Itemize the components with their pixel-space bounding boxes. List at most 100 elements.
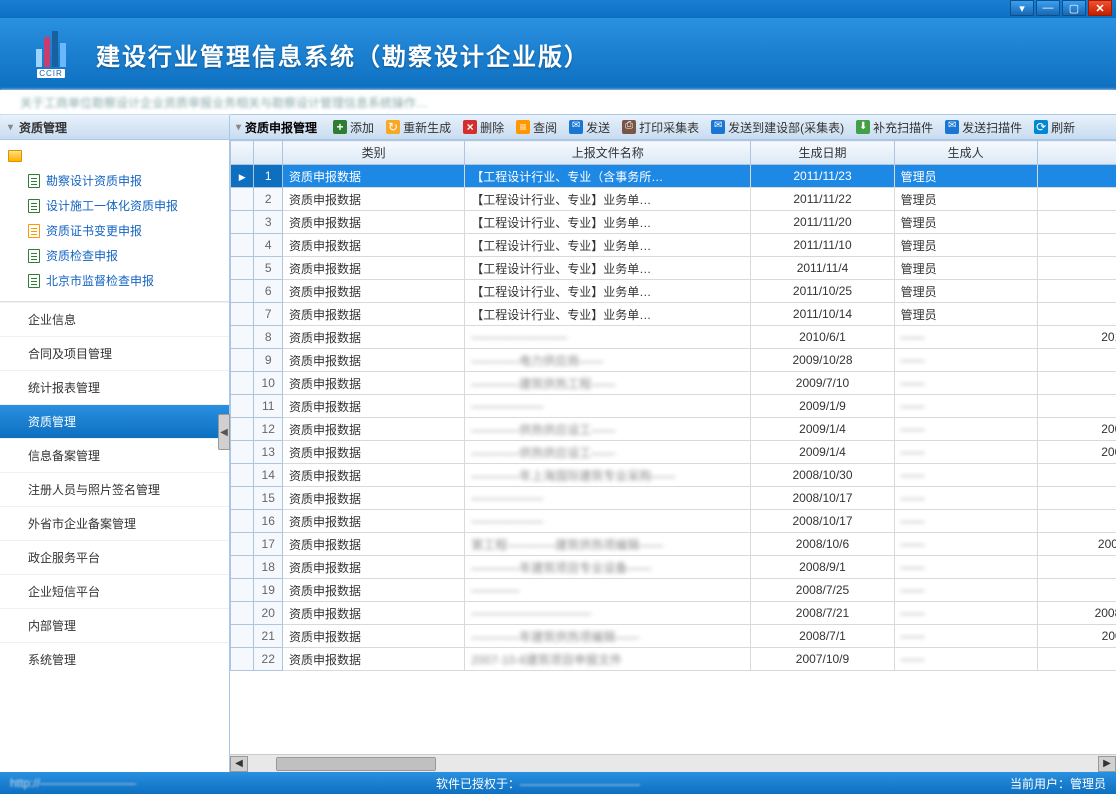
table-cell (231, 372, 254, 395)
delete-button[interactable]: 删除 (461, 117, 506, 138)
plugin-button[interactable]: 补充扫描件 (854, 117, 935, 138)
table-row[interactable]: 17资质申报数据第工程————建筑供热项编辑——2008/10/6——2008/… (231, 533, 1116, 556)
regenerate-button[interactable]: 重新生成 (384, 117, 453, 138)
table-cell (231, 441, 254, 464)
tree-item-label[interactable]: 设计施工一体化资质申报 (46, 197, 178, 214)
scroll-thumb[interactable] (276, 757, 436, 771)
table-row[interactable]: 20资质申报数据——————————2008/7/21——2008/10/16 … (231, 602, 1116, 625)
table-row[interactable]: 14资质申报数据————年上海国际建筑专业采购——2008/10/30—— (231, 464, 1116, 487)
add-button[interactable]: 添加 (331, 117, 376, 138)
send-scan-button[interactable]: 发送扫描件 (943, 117, 1024, 138)
table-row[interactable]: 11资质申报数据——————2009/1/9—— (231, 395, 1116, 418)
table-cell: 资质申报数据 (283, 418, 465, 441)
table-row[interactable]: 2资质申报数据【工程设计行业、专业】业务单…2011/11/22管理员 (231, 188, 1116, 211)
table-row[interactable]: 7资质申报数据【工程设计行业、专业】业务单…2011/10/14管理员 (231, 303, 1116, 326)
table-cell: 18 (254, 556, 283, 579)
table-cell (231, 280, 254, 303)
nav-item[interactable]: 合同及项目管理 (0, 336, 229, 370)
nav-item[interactable]: 统计报表管理 (0, 370, 229, 404)
tree-item[interactable]: 资质证书变更申报 (26, 218, 225, 243)
nav-item[interactable]: 外省市企业备案管理 (0, 506, 229, 540)
table-cell: —— (894, 648, 1037, 671)
table-cell: 6 (254, 280, 283, 303)
table-row[interactable]: 6资质申报数据【工程设计行业、专业】业务单…2011/10/25管理员 (231, 280, 1116, 303)
horizontal-scrollbar[interactable]: ◀ ▶ (230, 754, 1116, 772)
minimize-button[interactable]: — (1036, 0, 1060, 16)
nav-item[interactable]: 政企服务平台 (0, 540, 229, 574)
table-row[interactable]: 16资质申报数据——————2008/10/17—— (231, 510, 1116, 533)
table-cell: 1 (254, 165, 283, 188)
table-cell: 【工程设计行业、专业（含事务所… (465, 165, 751, 188)
data-grid[interactable]: 类别上报文件名称生成日期生成人发送日期发送类型 1资质申报数据【工程设计行业、专… (230, 140, 1116, 671)
maximize-button[interactable]: ▢ (1062, 0, 1086, 16)
close-button[interactable]: ✕ (1088, 0, 1112, 16)
table-row[interactable]: 12资质申报数据————供热供应设工——2009/1/4——2009/1/4 1… (231, 418, 1116, 441)
nav-item[interactable]: 系统管理 (0, 642, 229, 676)
table-cell: 21 (254, 625, 283, 648)
send-build-button[interactable]: 发送到建设部(采集表) (709, 117, 846, 138)
scroll-right-arrow[interactable]: ▶ (1098, 756, 1116, 772)
table-cell: 第工程————建筑供热项编辑—— (465, 533, 751, 556)
table-row[interactable]: 8资质申报数据————————2010/6/1——2010/6/1 15:12 (231, 326, 1116, 349)
table-row[interactable]: 4资质申报数据【工程设计行业、专业】业务单…2011/11/10管理员 (231, 234, 1116, 257)
column-header[interactable] (231, 141, 254, 165)
table-row[interactable]: 13资质申报数据————供热供应设工——2009/1/4——2009/1/4 1… (231, 441, 1116, 464)
column-header[interactable]: 发送日期 (1037, 141, 1116, 165)
table-cell: 2011/10/25 (751, 280, 894, 303)
mail-icon (711, 120, 725, 134)
document-icon (28, 249, 40, 263)
nav-item[interactable]: 注册人员与照片签名管理 (0, 472, 229, 506)
nav-item[interactable]: 信息备案管理 (0, 438, 229, 472)
table-cell: 2011/11/20 (751, 211, 894, 234)
table-cell: 【工程设计行业、专业】业务单… (465, 257, 751, 280)
grid-area[interactable]: 类别上报文件名称生成日期生成人发送日期发送类型 1资质申报数据【工程设计行业、专… (230, 140, 1116, 754)
print-button[interactable]: 打印采集表 (620, 117, 701, 138)
scroll-left-arrow[interactable]: ◀ (230, 756, 248, 772)
table-row[interactable]: 18资质申报数据————年建筑项目专业设备——2008/9/1—— (231, 556, 1116, 579)
table-cell (231, 395, 254, 418)
table-row[interactable]: 5资质申报数据【工程设计行业、专业】业务单…2011/11/4管理员 (231, 257, 1116, 280)
table-cell: ————供热供应设工—— (465, 441, 751, 464)
table-row[interactable]: 9资质申报数据————电力供应商——2009/10/28—— (231, 349, 1116, 372)
collapse-handle[interactable]: ◀ (218, 414, 230, 450)
dropdown-button[interactable]: ▾ (1010, 0, 1034, 16)
table-row[interactable]: 1资质申报数据【工程设计行业、专业（含事务所…2011/11/23管理员 (231, 165, 1116, 188)
tree-item-label[interactable]: 北京市监督检查申报 (46, 272, 154, 289)
tree-item[interactable]: 勘察设计资质申报 (26, 168, 225, 193)
table-row[interactable]: 3资质申报数据【工程设计行业、专业】业务单…2011/11/20管理员 (231, 211, 1116, 234)
tree-item[interactable]: 设计施工一体化资质申报 (26, 193, 225, 218)
view-button[interactable]: 查阅 (514, 117, 559, 138)
nav-item[interactable]: 内部管理 (0, 608, 229, 642)
table-cell: 2011/11/23 (751, 165, 894, 188)
tree-item-label[interactable]: 资质证书变更申报 (46, 222, 142, 239)
nav-item[interactable]: 资质管理 (0, 404, 229, 438)
table-cell: 16 (254, 510, 283, 533)
table-row[interactable]: 19资质申报数据————2008/7/25—— (231, 579, 1116, 602)
refresh-button[interactable]: 刷新 (1032, 117, 1077, 138)
column-header[interactable]: 生成日期 (751, 141, 894, 165)
table-row[interactable]: 10资质申报数据————建筑供热工程——2009/7/10—— (231, 372, 1116, 395)
tree-item-label[interactable]: 勘察设计资质申报 (46, 172, 142, 189)
column-header[interactable] (254, 141, 283, 165)
tree-item[interactable]: 资质检查申报 (26, 243, 225, 268)
table-row[interactable]: 21资质申报数据————年建筑供热项编辑——2008/7/1——2008/7/1… (231, 625, 1116, 648)
nav-item[interactable]: 企业短信平台 (0, 574, 229, 608)
table-cell: 2011/11/4 (751, 257, 894, 280)
table-cell: 2010/6/1 15:12 (1037, 326, 1116, 349)
table-cell (231, 418, 254, 441)
table-cell: 【工程设计行业、专业】业务单… (465, 234, 751, 257)
table-row[interactable]: 15资质申报数据——————2008/10/17—— (231, 487, 1116, 510)
left-panel: ▾ 资质管理 勘察设计资质申报设计施工一体化资质申报资质证书变更申报资质检查申报… (0, 114, 230, 772)
column-header[interactable]: 上报文件名称 (465, 141, 751, 165)
tree-item[interactable]: 北京市监督检查申报 (26, 268, 225, 293)
left-section-header[interactable]: ▾ 资质管理 (0, 114, 229, 140)
table-row[interactable]: 22资质申报数据2007-10-8建筑项目申报文件2007/10/9—— (231, 648, 1116, 671)
table-cell (231, 188, 254, 211)
table-cell: 2009/1/4 10:09 (1037, 441, 1116, 464)
send-button[interactable]: 发送 (567, 117, 612, 138)
column-header[interactable]: 生成人 (894, 141, 1037, 165)
column-header[interactable]: 类别 (283, 141, 465, 165)
tree-item-label[interactable]: 资质检查申报 (46, 247, 118, 264)
table-cell (231, 165, 254, 188)
nav-item[interactable]: 企业信息 (0, 302, 229, 336)
